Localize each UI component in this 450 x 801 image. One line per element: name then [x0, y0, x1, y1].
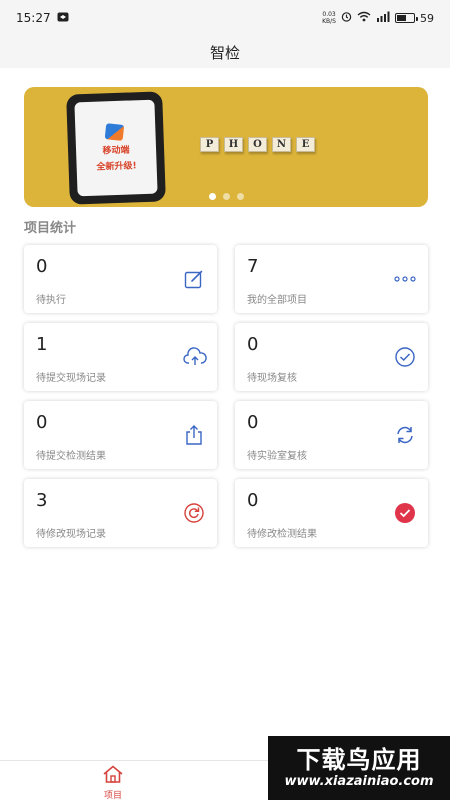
- watermark-line1: 下载鸟应用: [296, 746, 422, 774]
- letter-tile: E: [296, 137, 315, 152]
- stat-label: 待现场复核: [247, 373, 297, 384]
- app-header: 智检: [0, 36, 450, 68]
- refresh-icon: [394, 424, 416, 446]
- stat-count: 0: [36, 256, 48, 277]
- stat-label: 待执行: [36, 295, 66, 306]
- signal-icon: [376, 11, 390, 25]
- stat-count: 1: [36, 334, 48, 355]
- letter-tile: P: [200, 137, 219, 152]
- stat-card-modify-test-result[interactable]: 0 待修改检测结果: [235, 479, 428, 547]
- stat-count: 0: [247, 490, 259, 511]
- stat-card-pending-test-result[interactable]: 0 待提交检测结果: [24, 401, 217, 469]
- wifi-icon: [357, 11, 371, 25]
- stats-grid: 0 待执行 7 我的全部项目 1 待提交现场记录 0 待现场复核 0 待提交检测…: [24, 245, 428, 547]
- notification-icon: [57, 11, 69, 25]
- battery-icon: [395, 13, 418, 23]
- stat-card-all-projects[interactable]: 7 我的全部项目: [235, 245, 428, 313]
- section-title: 项目统计: [24, 221, 77, 236]
- watermark-line2: www.xiazainiao.com: [284, 774, 434, 789]
- stat-label: 我的全部项目: [247, 295, 307, 306]
- stat-card-pending-lab-review[interactable]: 0 待实验室复核: [235, 401, 428, 469]
- banner-carousel[interactable]: 移动端 全新升级! P H O N E: [24, 87, 428, 207]
- banner-phone-line1: 移动端: [102, 145, 130, 157]
- stat-card-pending-field-review[interactable]: 0 待现场复核: [235, 323, 428, 391]
- status-bar: 15:27 0.03 KB/S 59: [0, 0, 450, 36]
- more-dots-icon: [394, 268, 416, 290]
- home-icon: [102, 765, 124, 787]
- stat-count: 0: [36, 412, 48, 433]
- status-time: 15:27: [16, 11, 51, 25]
- site-watermark: 下载鸟应用 www.xiazainiao.com: [268, 736, 450, 800]
- letter-tile: O: [248, 137, 267, 152]
- stat-count: 0: [247, 334, 259, 355]
- carousel-dot-2[interactable]: [222, 193, 230, 200]
- app-logo-icon: [103, 124, 128, 141]
- stat-label: 待提交检测结果: [36, 451, 106, 462]
- stat-label: 待修改现场记录: [36, 529, 106, 540]
- carousel-indicators: [24, 193, 428, 200]
- stat-label: 待提交现场记录: [36, 373, 106, 384]
- letter-tile: H: [224, 137, 243, 152]
- alarm-icon: [341, 11, 352, 25]
- edit-icon: [183, 268, 205, 290]
- stat-card-modify-field-record[interactable]: 3 待修改现场记录: [24, 479, 217, 547]
- stat-label: 待修改检测结果: [247, 529, 317, 540]
- stat-label: 待实验室复核: [247, 451, 307, 462]
- nav-home-tab[interactable]: 项目: [98, 765, 128, 801]
- check-filled-icon: [394, 502, 416, 524]
- redo-circle-icon: [183, 502, 205, 524]
- battery-level: 59: [420, 11, 434, 25]
- stat-count: 7: [247, 256, 259, 277]
- banner-phone-image: 移动端 全新升级!: [66, 91, 166, 205]
- banner-letter-tiles: P H O N E: [200, 137, 315, 152]
- net-speed: 0.03 KB/S: [322, 11, 336, 25]
- stat-card-pending-execution[interactable]: 0 待执行: [24, 245, 217, 313]
- cloud-upload-icon: [183, 346, 207, 368]
- stat-card-pending-field-record[interactable]: 1 待提交现场记录: [24, 323, 217, 391]
- carousel-dot-1[interactable]: [208, 193, 216, 200]
- carousel-dot-3[interactable]: [236, 193, 244, 200]
- letter-tile: N: [272, 137, 291, 152]
- stat-count: 3: [36, 490, 48, 511]
- banner-phone-line2: 全新升级!: [96, 161, 137, 173]
- check-circle-icon: [394, 346, 416, 368]
- nav-home-label: 项目: [103, 791, 122, 801]
- page-title: 智检: [209, 43, 240, 62]
- stat-count: 0: [247, 412, 259, 433]
- share-upload-icon: [183, 424, 205, 446]
